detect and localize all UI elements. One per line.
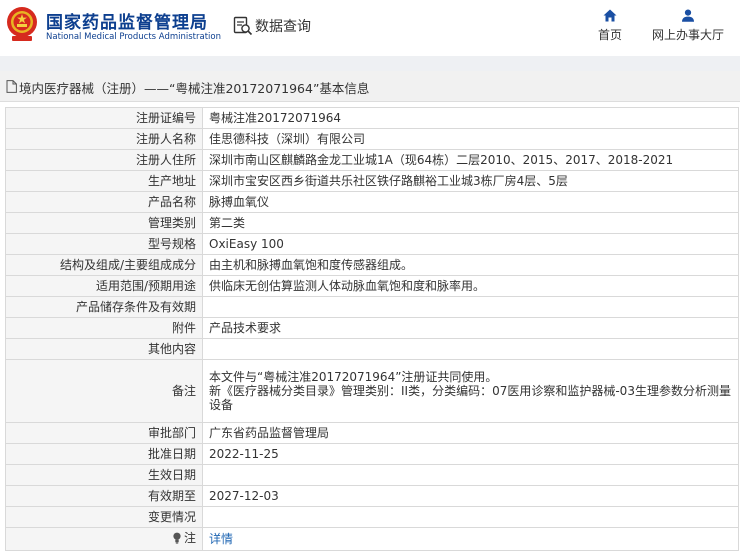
row-label: 其他内容 [5,338,203,360]
row-value: 佳思德科技（深圳）有限公司 [202,128,739,150]
row-label: 适用范围/预期用途 [5,275,203,297]
row-value: 脉搏血氧仪 [202,191,739,213]
user-icon [682,9,694,22]
registration-detail-table: 注册证编号 粤械注准20172071964 注册人名称 佳思德科技（深圳）有限公… [5,107,739,551]
document-icon [6,80,17,93]
row-value: 粤械注准20172071964 [202,107,739,129]
nav-online-office[interactable]: 网上办事大厅 [648,9,728,43]
note-label: 注 [172,531,196,545]
row-label: 批准日期 [5,443,203,465]
row-label: 有效期至 [5,485,203,507]
nav-home-label: 首页 [597,28,622,42]
table-row: 结构及组成/主要组成成分 由主机和脉搏血氧饱和度传感器组成。 [5,254,739,276]
row-label: 管理类别 [5,212,203,234]
row-label: 产品名称 [5,191,203,213]
row-label: 结构及组成/主要组成成分 [5,254,203,276]
note-label-text: 注 [183,531,196,545]
table-row: 适用范围/预期用途 供临床无创估算监测人体动脉血氧饱和度和脉率用。 [5,275,739,297]
row-value [202,506,739,528]
table-row: 其他内容 [5,338,739,360]
row-value [202,296,739,318]
details-link[interactable]: 详情 [209,532,233,546]
row-value: 由主机和脉搏血氧饱和度传感器组成。 [202,254,739,276]
nav-home[interactable]: 首页 [592,9,628,43]
site-header: 国家药品监督管理局 National Medical Products Admi… [0,0,740,56]
row-value: 深圳市南山区麒麟路金龙工业城1A（现64栋）二层2010、2015、2017、2… [202,149,739,171]
note-value-cell: 详情 [202,527,739,551]
brand-name-cn: 国家药品监督管理局 [46,13,208,33]
row-label: 附件 [5,317,203,339]
table-row: 有效期至 2027-12-03 [5,485,739,507]
document-search-icon [233,16,253,36]
row-value: 深圳市宝安区西乡街道共乐社区铁仔路麒裕工业城3栋厂房4层、5层 [202,170,739,192]
page-title-bar: 境内医疗器械（注册）——“粤械注准20172071964”基本信息 [0,71,740,102]
nav-online-office-label: 网上办事大厅 [651,28,724,42]
table-row: 附件 产品技术要求 [5,317,739,339]
row-value: 2027-12-03 [202,485,739,507]
national-emblem-icon [7,7,37,41]
table-row-note: 注 详情 [5,527,739,551]
row-value: OxiEasy 100 [202,233,739,255]
table-row: 批准日期 2022-11-25 [5,443,739,465]
row-label: 型号规格 [5,233,203,255]
table-row: 注册证编号 粤械注准20172071964 [5,107,739,129]
row-label: 注册人住所 [5,149,203,171]
row-label: 生效日期 [5,464,203,486]
table-row: 注册人名称 佳思德科技（深圳）有限公司 [5,128,739,150]
row-value [202,338,739,360]
table-row: 生产地址 深圳市宝安区西乡街道共乐社区铁仔路麒裕工业城3栋厂房4层、5层 [5,170,739,192]
row-value: 第二类 [202,212,739,234]
row-label: 产品储存条件及有效期 [5,296,203,318]
row-value: 供临床无创估算监测人体动脉血氧饱和度和脉率用。 [202,275,739,297]
table-row: 变更情况 [5,506,739,528]
table-row: 型号规格 OxiEasy 100 [5,233,739,255]
header-divider-band [0,56,740,71]
row-label: 注册人名称 [5,128,203,150]
row-value: 本文件与“粤械注准20172071964”注册证共同使用。 新《医疗器械分类目录… [202,359,739,423]
note-label-cell: 注 [5,527,203,551]
row-value: 产品技术要求 [202,317,739,339]
table-row: 产品储存条件及有效期 [5,296,739,318]
page-title: 境内医疗器械（注册）——“粤械注准20172071964”基本信息 [19,81,370,96]
brand-name-en: National Medical Products Administration [46,32,221,42]
table-row: 注册人住所 深圳市南山区麒麟路金龙工业城1A（现64栋）二层2010、2015、… [5,149,739,171]
row-value: 2022-11-25 [202,443,739,465]
row-label: 注册证编号 [5,107,203,129]
row-value [202,464,739,486]
lightbulb-icon [173,532,181,544]
row-label: 生产地址 [5,170,203,192]
table-row: 产品名称 脉搏血氧仪 [5,191,739,213]
table-row: 审批部门 广东省药品监督管理局 [5,422,739,444]
row-label: 备注 [5,359,203,423]
table-row: 管理类别 第二类 [5,212,739,234]
row-value: 广东省药品监督管理局 [202,422,739,444]
row-label: 变更情况 [5,506,203,528]
data-query-label: 数据查询 [255,19,311,35]
row-label: 审批部门 [5,422,203,444]
table-row: 生效日期 [5,464,739,486]
table-row: 备注 本文件与“粤械注准20172071964”注册证共同使用。 新《医疗器械分… [5,359,739,423]
home-icon [603,9,617,22]
